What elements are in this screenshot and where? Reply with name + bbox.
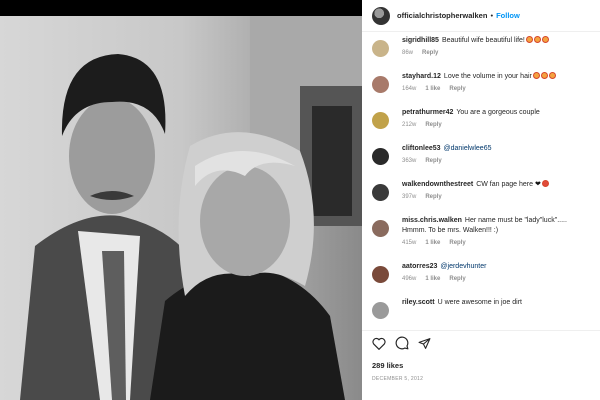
emoji-icon xyxy=(548,72,556,79)
commenter-username[interactable]: petrathurmer42 xyxy=(402,109,453,116)
commenter-avatar[interactable] xyxy=(372,184,389,201)
reply-button[interactable]: Reply xyxy=(449,86,465,92)
like-count[interactable]: 1 like xyxy=(425,240,440,246)
comment-item: petrathurmer42 You are a gorgeous couple … xyxy=(362,108,600,144)
commenter-username[interactable]: riley.scott xyxy=(402,299,435,306)
comment-item: aatorres23 @jerdevhunter 496w 1 like Reply xyxy=(362,262,600,298)
separator-dot: • xyxy=(490,11,494,20)
comment-item: riley.scott U were awesome in joe dirt xyxy=(362,298,600,328)
comment-item: stayhard.12 Love the volume in your hair … xyxy=(362,72,600,108)
comment-icon[interactable] xyxy=(395,336,409,350)
emoji-icon xyxy=(541,180,549,187)
comment-time: 415w xyxy=(402,240,417,246)
commenter-username[interactable]: stayhard.12 xyxy=(402,73,441,80)
comment-time: 397w xyxy=(402,194,417,200)
reply-button[interactable]: Reply xyxy=(422,50,438,56)
comment-time: 164w xyxy=(402,86,417,92)
emoji-icon xyxy=(540,72,548,79)
mention-link[interactable]: @danielwlee65 xyxy=(444,145,492,152)
post-sidebar: officialchristopherwalken • Follow sigri… xyxy=(362,0,600,400)
heart-icon[interactable] xyxy=(372,337,386,350)
comment-time: 212w xyxy=(402,122,417,128)
emoji-icon xyxy=(541,36,549,43)
comment-text: U were awesome in joe dirt xyxy=(437,299,522,306)
actions-divider xyxy=(362,330,600,331)
commenter-username[interactable]: walkendownthestreet xyxy=(402,181,473,188)
comment-item: walkendownthestreet CW fan page here ❤ 39… xyxy=(362,180,600,216)
commenter-avatar[interactable] xyxy=(372,266,389,283)
reply-button[interactable]: Reply xyxy=(425,194,441,200)
comment-time: 86w xyxy=(402,50,414,56)
heart-emoji-icon: ❤ xyxy=(534,181,541,188)
commenter-username[interactable]: cliftonlee53 xyxy=(402,145,441,152)
post-photo xyxy=(0,16,362,400)
emoji-icon xyxy=(533,36,541,43)
commenter-avatar[interactable] xyxy=(372,148,389,165)
reply-button[interactable]: Reply xyxy=(425,158,441,164)
owner-username[interactable]: officialchristopherwalken xyxy=(397,11,487,20)
commenter-avatar[interactable] xyxy=(372,40,389,57)
emoji-icon xyxy=(532,72,540,79)
share-icon[interactable] xyxy=(418,337,431,350)
post-actions xyxy=(372,334,431,352)
comment-item: sigridhill85 Beautiful wife beautiful lif… xyxy=(362,36,600,72)
comment-time: 496w xyxy=(402,276,417,282)
commenter-username[interactable]: miss.chris.walken xyxy=(402,217,462,224)
commenter-avatar[interactable] xyxy=(372,220,389,237)
comment-text: Love the volume in your hair xyxy=(443,73,532,80)
commenter-username[interactable]: aatorres23 xyxy=(402,263,437,270)
comment-text: You are a gorgeous couple xyxy=(456,109,540,116)
reply-button[interactable]: Reply xyxy=(449,240,465,246)
comment-text: Beautiful wife beautiful life! xyxy=(441,37,525,44)
emoji-icon xyxy=(525,36,533,43)
reply-button[interactable]: Reply xyxy=(449,276,465,282)
mention-link[interactable]: @jerdevhunter xyxy=(440,263,486,270)
comment-item: cliftonlee53 @danielwlee65 363w Reply xyxy=(362,144,600,180)
owner-avatar[interactable] xyxy=(372,6,390,25)
couple-photo xyxy=(0,16,362,400)
comment-list[interactable]: sigridhill85 Beautiful wife beautiful lif… xyxy=(362,36,600,328)
post-header: officialchristopherwalken • Follow xyxy=(362,0,600,32)
likes-count[interactable]: 289 likes xyxy=(372,361,403,370)
comment-item: miss.chris.walken Her name must be "lady"… xyxy=(362,216,600,262)
comment-text: CW fan page here xyxy=(476,181,533,188)
post-date: DECEMBER 5, 2012 xyxy=(372,376,424,382)
follow-button[interactable]: Follow xyxy=(496,11,520,20)
commenter-avatar[interactable] xyxy=(372,112,389,129)
commenter-avatar[interactable] xyxy=(372,302,389,319)
like-count[interactable]: 1 like xyxy=(425,86,440,92)
reply-button[interactable]: Reply xyxy=(425,122,441,128)
comment-time: 363w xyxy=(402,158,417,164)
commenter-username[interactable]: sigridhill85 xyxy=(402,37,439,44)
like-count[interactable]: 1 like xyxy=(425,276,440,282)
commenter-avatar[interactable] xyxy=(372,76,389,93)
